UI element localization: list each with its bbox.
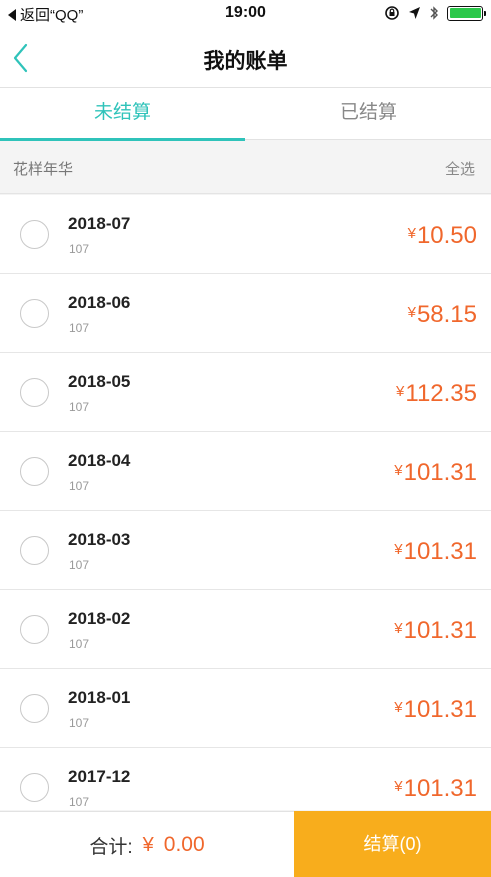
nav-bar: 我的账单: [0, 28, 491, 88]
group-name: 花样年华: [13, 161, 74, 178]
bill-row[interactable]: 2017-12 107 ¥101.31: [0, 748, 491, 810]
bill-row[interactable]: 2018-07 107 ¥10.50: [0, 195, 491, 274]
bill-row[interactable]: 2018-02 107 ¥101.31: [0, 590, 491, 669]
bill-radio[interactable]: [20, 615, 49, 644]
bill-month: 2018-04: [68, 451, 131, 470]
bill-row[interactable]: 2018-01 107 ¥101.31: [0, 669, 491, 748]
bill-amount-value: 101.31: [403, 538, 477, 565]
bill-amount: ¥101.31: [394, 459, 477, 487]
bill-row[interactable]: 2018-04 107 ¥101.31: [0, 432, 491, 511]
bill-sub: 107: [69, 242, 90, 256]
bill-radio[interactable]: [20, 694, 49, 723]
currency-symbol: ¥: [394, 699, 403, 716]
bill-amount: ¥101.31: [394, 538, 477, 566]
checkout-button[interactable]: 结算(0): [294, 811, 491, 877]
status-bar: 返回“QQ” 19:00: [0, 0, 491, 28]
battery-icon: [447, 5, 486, 21]
currency-symbol: ¥: [394, 462, 403, 479]
bill-amount-value: 101.31: [403, 775, 477, 802]
bill-month: 2017-12: [68, 767, 131, 786]
currency-symbol: ¥: [394, 620, 403, 637]
bill-sub: 107: [69, 321, 90, 335]
bill-radio[interactable]: [20, 536, 49, 565]
bill-row[interactable]: 2018-03 107 ¥101.31: [0, 511, 491, 590]
bill-radio[interactable]: [20, 220, 49, 249]
tab-bar: 未结算 已结算: [0, 88, 491, 141]
tab-unsettled[interactable]: 未结算: [0, 88, 245, 141]
bill-radio[interactable]: [20, 299, 49, 328]
bill-row[interactable]: 2018-05 107 ¥112.35: [0, 353, 491, 432]
bill-amount: ¥112.35: [396, 380, 477, 408]
total-label: 合计:: [89, 836, 133, 858]
rotation-lock-icon: [385, 6, 399, 20]
bill-month: 2018-01: [68, 688, 131, 707]
bill-month: 2018-05: [68, 372, 131, 391]
bill-sub: 107: [69, 400, 90, 414]
bill-month: 2018-03: [68, 530, 131, 549]
bill-sub: 107: [69, 479, 90, 493]
bill-amount-value: 112.35: [405, 380, 477, 407]
bill-sub: 107: [69, 716, 90, 730]
currency-symbol: ¥: [407, 304, 416, 321]
bluetooth-icon: [430, 6, 438, 20]
select-all-button[interactable]: 全选: [445, 158, 475, 179]
bill-amount: ¥58.15: [408, 301, 477, 329]
bill-radio[interactable]: [20, 773, 49, 802]
bill-amount-value: 101.31: [403, 617, 477, 644]
bill-list: 2018-07 107 ¥10.50 2018-06 107 ¥58.15 20…: [0, 195, 491, 810]
currency-symbol: ¥: [407, 225, 416, 242]
bill-amount: ¥10.50: [408, 222, 477, 250]
currency-symbol: ¥: [394, 778, 403, 795]
currency-symbol: ¥: [396, 383, 405, 400]
bill-amount-value: 101.31: [403, 459, 477, 486]
bill-amount-value: 101.31: [403, 696, 477, 723]
bill-month: 2018-02: [68, 609, 131, 628]
bill-sub: 107: [69, 558, 90, 572]
bill-amount-value: 58.15: [416, 301, 477, 328]
location-arrow-icon: [409, 7, 420, 19]
currency-symbol: ¥: [394, 541, 403, 558]
bill-sub: 107: [69, 795, 90, 809]
status-icons: [384, 5, 486, 21]
bill-month: 2018-06: [68, 293, 131, 312]
bill-row[interactable]: 2018-06 107 ¥58.15: [0, 274, 491, 353]
total-currency-symbol: ¥: [142, 833, 154, 856]
group-header: 花样年华 全选: [0, 141, 491, 194]
bill-amount-value: 10.50: [416, 222, 477, 249]
bill-amount: ¥101.31: [394, 696, 477, 724]
page-title: 我的账单: [203, 50, 288, 73]
tab-settled[interactable]: 已结算: [246, 88, 491, 140]
bill-sub: 107: [69, 637, 90, 651]
bill-radio[interactable]: [20, 457, 49, 486]
bill-amount: ¥101.31: [394, 775, 477, 803]
total-area: 合计: ¥ 0.00: [0, 812, 294, 877]
bill-amount: ¥101.31: [394, 617, 477, 645]
bill-month: 2018-07: [68, 214, 131, 233]
bill-radio[interactable]: [20, 378, 49, 407]
total-value: 0.00: [163, 833, 205, 856]
checkout-footer: 合计: ¥ 0.00 结算(0): [0, 811, 491, 877]
